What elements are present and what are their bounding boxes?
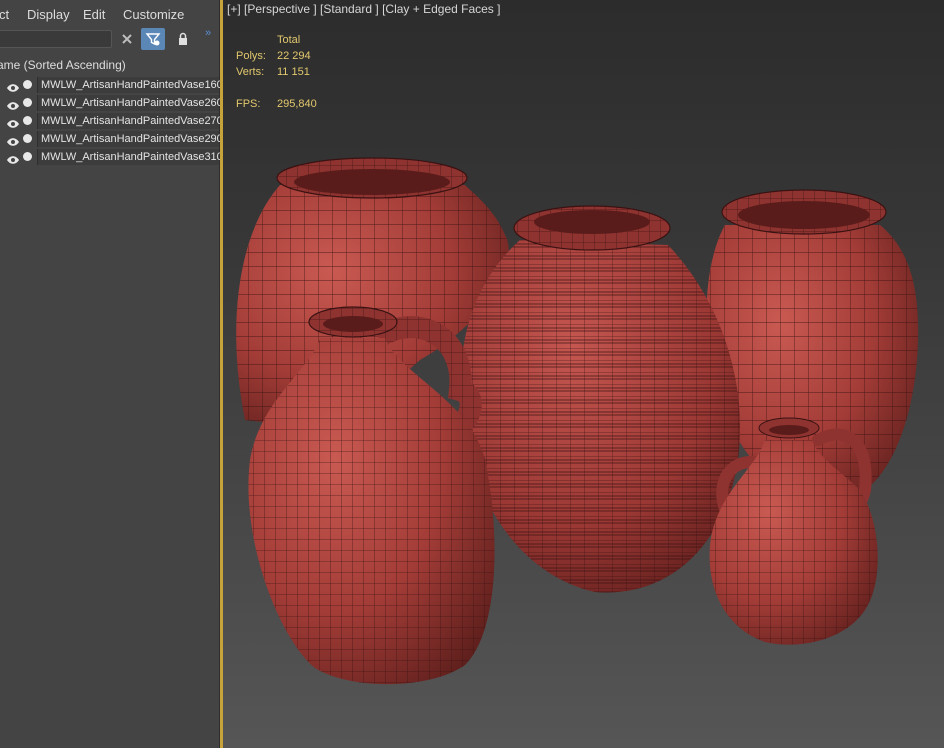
list-item[interactable]: MWLW_ArtisanHandPaintedVase290: [0, 130, 223, 148]
stats-verts-value: 11 151: [277, 66, 310, 78]
vase-scene: [236, 157, 919, 685]
stats-verts-label: Verts:: [236, 66, 265, 78]
stats-fps-label: FPS:: [236, 98, 261, 110]
clear-search-button[interactable]: [115, 28, 139, 50]
filter-button[interactable]: [141, 28, 165, 50]
eye-icon[interactable]: [6, 152, 20, 170]
object-name[interactable]: MWLW_ArtisanHandPaintedVase310: [37, 149, 223, 165]
freeze-toggle-icon[interactable]: [23, 98, 32, 107]
lock-icon: [179, 32, 187, 45]
list-item[interactable]: MWLW_ArtisanHandPaintedVase260: [0, 94, 223, 112]
freeze-toggle-icon[interactable]: [23, 80, 32, 89]
menu-select[interactable]: ct: [0, 7, 9, 22]
viewport-label[interactable]: [+] [Perspective ] [Standard ] [Clay + E…: [227, 2, 500, 16]
object-list: MWLW_ArtisanHandPaintedVase160 MWLW_Artis…: [0, 76, 223, 166]
menu-bar: ct Display Edit Customize: [0, 0, 219, 28]
stats-polys-label: Polys:: [236, 50, 266, 62]
close-icon: [122, 34, 132, 44]
lock-button[interactable]: [171, 28, 195, 50]
filter-icon: [145, 33, 161, 46]
object-name[interactable]: MWLW_ArtisanHandPaintedVase260: [37, 95, 223, 111]
freeze-toggle-icon[interactable]: [23, 134, 32, 143]
search-input[interactable]: [0, 30, 112, 48]
freeze-toggle-icon[interactable]: [23, 152, 32, 161]
stats-total-header: Total: [277, 34, 301, 46]
menu-display[interactable]: Display: [27, 7, 70, 22]
menu-customize[interactable]: Customize: [123, 7, 184, 22]
object-name[interactable]: MWLW_ArtisanHandPaintedVase270: [37, 113, 223, 129]
list-item[interactable]: MWLW_ArtisanHandPaintedVase310: [0, 148, 223, 166]
list-item[interactable]: MWLW_ArtisanHandPaintedVase270: [0, 112, 223, 130]
list-item[interactable]: MWLW_ArtisanHandPaintedVase160: [0, 76, 223, 94]
menu-edit[interactable]: Edit: [83, 7, 105, 22]
freeze-toggle-icon[interactable]: [23, 116, 32, 125]
object-name[interactable]: MWLW_ArtisanHandPaintedVase160: [37, 77, 223, 93]
object-name[interactable]: MWLW_ArtisanHandPaintedVase290: [37, 131, 223, 147]
stats-polys-value: 22 294: [277, 50, 311, 62]
stats-fps-value: 295,840: [277, 98, 317, 110]
column-header-label: ame (Sorted Ascending): [0, 58, 126, 72]
vase-center-ribbed[interactable]: [460, 205, 741, 593]
column-header-name[interactable]: ame (Sorted Ascending): [0, 56, 219, 74]
scene-explorer-panel: ct Display Edit Customize » ame (Sorted …: [0, 0, 223, 748]
toolbar-overflow-button[interactable]: »: [200, 26, 216, 40]
